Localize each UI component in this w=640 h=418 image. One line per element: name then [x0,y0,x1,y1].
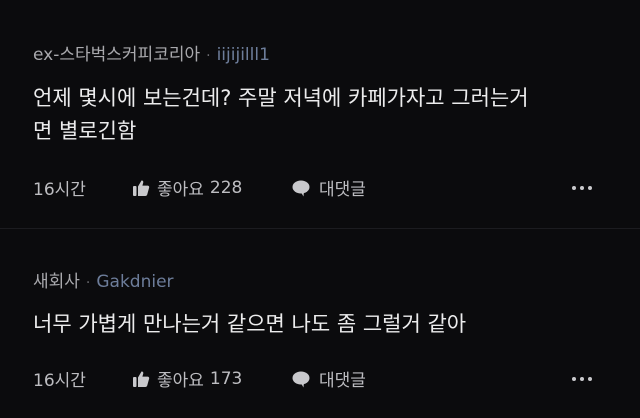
like-count: 228 [209,177,243,198]
comment-text-line: 면 별로긴함 [33,119,137,143]
comment-text-line: 너무 가볍게 만나는거 같으면 나도 좀 그럴거 같아 [33,312,467,336]
speech-bubble-icon [292,180,310,196]
comment-text-line: 언제 몇시에 보는건데? 주말 저녁에 카페가자고 그러는거 [33,86,529,110]
like-label: 좋아요 [157,180,204,200]
speech-bubble-icon [292,371,310,387]
author-company: 새회사 [33,272,80,292]
comment-time: 16시간 [33,371,86,391]
comment-time: 16시간 [33,180,86,200]
more-options-button[interactable] [572,371,592,387]
reply-label: 대댓글 [319,371,366,391]
comment-text: 너무 가볍게 만나는거 같으면 나도 좀 그럴거 같아 [33,308,623,341]
comment-author: 새회사 · Gakdnier [33,267,174,292]
author-nickname[interactable]: Gakdnier [96,272,173,292]
more-dots-icon [572,376,576,381]
author-company: ex-스타벅스커피코리아 [33,45,201,65]
more-options-button[interactable] [572,180,592,196]
comment-item: 새회사 · Gakdnier 너무 가볍게 만나는거 같으면 나도 좀 그럴거 … [0,228,640,418]
like-label: 좋아요 [157,371,204,391]
like-count: 173 [209,368,243,389]
comment-text: 언제 몇시에 보는건데? 주말 저녁에 카페가자고 그러는거 면 별로긴함 [33,82,623,148]
reply-label: 대댓글 [319,180,366,200]
more-dots-icon [572,185,576,190]
comment-author: ex-스타벅스커피코리아 · iijijilll1 [33,40,270,65]
comment-item: ex-스타벅스커피코리아 · iijijilll1 언제 몇시에 보는건데? 주… [0,0,640,228]
reply-button[interactable]: 대댓글 [291,366,366,391]
author-nickname[interactable]: iijijilll1 [217,45,270,65]
comment-actions: 16시간 좋아요 228 대댓글 [33,175,592,200]
meta-separator: · [85,275,91,291]
thumbs-up-icon [133,370,150,387]
like-button[interactable]: 좋아요 228 [131,175,291,200]
reply-button[interactable]: 대댓글 [291,175,366,200]
meta-separator: · [206,48,211,64]
thumbs-up-icon [133,179,150,196]
comment-actions: 16시간 좋아요 173 대댓글 [33,366,592,391]
like-button[interactable]: 좋아요 173 [131,366,291,391]
